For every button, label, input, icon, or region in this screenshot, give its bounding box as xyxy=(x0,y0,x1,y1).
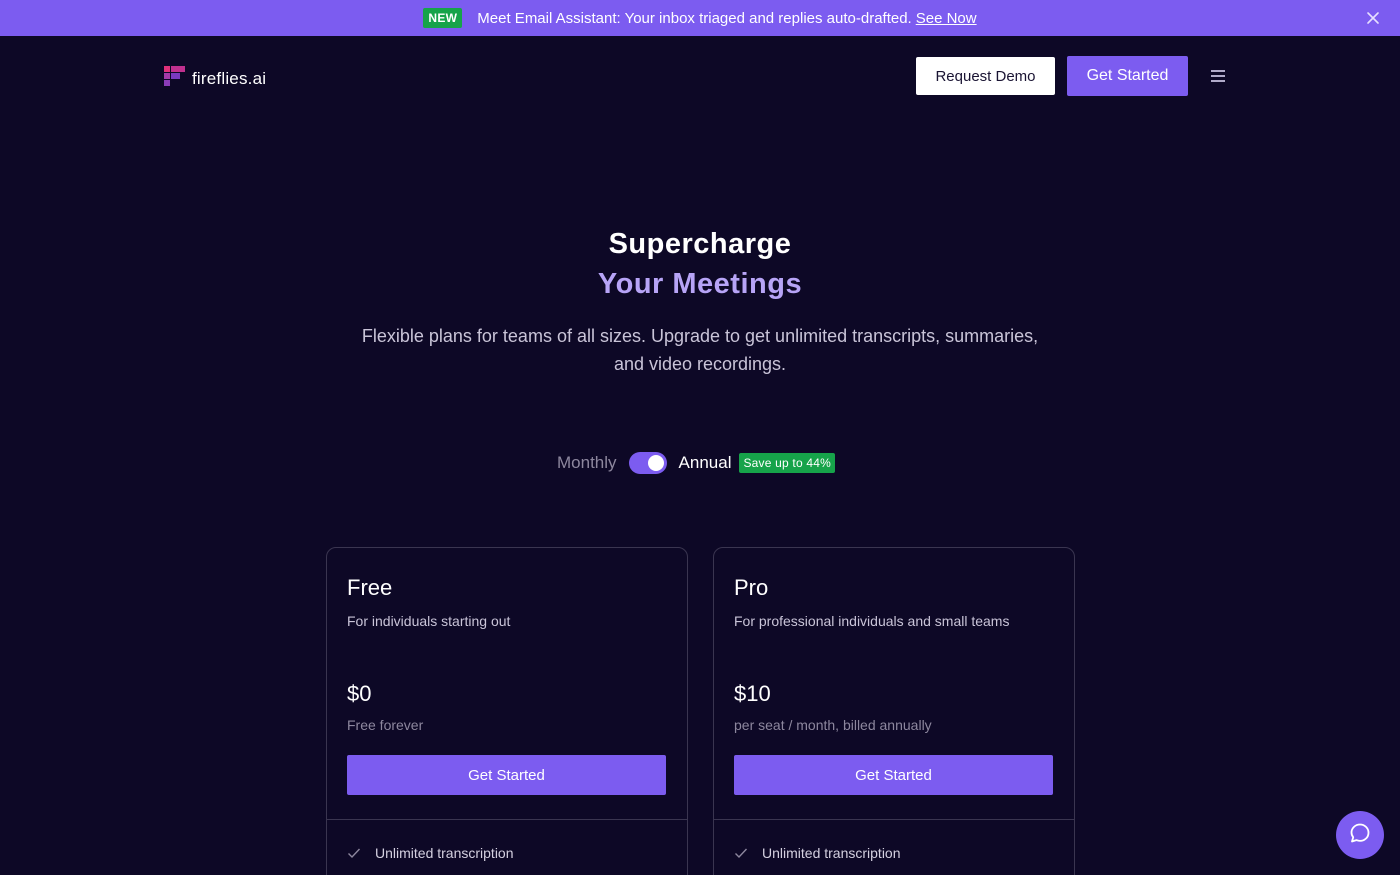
new-badge: NEW xyxy=(423,8,463,28)
page-title: Supercharge Your Meetings xyxy=(0,225,1400,303)
plan-get-started-button[interactable]: Get Started xyxy=(734,755,1053,795)
plan-period: per seat / month, billed annually xyxy=(734,717,932,733)
title-line-2: Your Meetings xyxy=(597,268,803,300)
check-icon xyxy=(734,846,748,860)
plan-price: $10 xyxy=(734,681,771,706)
announcement-message: Meet Email Assistant: Your inbox triaged… xyxy=(477,9,912,27)
feature-label: Unlimited transcription xyxy=(375,845,514,861)
hero-subtitle: Flexible plans for teams of all sizes. U… xyxy=(361,326,1039,374)
hamburger-menu-icon[interactable] xyxy=(1210,69,1226,83)
feature-item: Unlimited transcription xyxy=(347,845,514,861)
toggle-knob xyxy=(647,455,664,471)
monthly-label[interactable]: Monthly xyxy=(557,453,617,473)
plan-period: Free forever xyxy=(347,717,424,733)
divider xyxy=(327,819,687,820)
plan-price: $0 xyxy=(347,681,372,706)
plan-get-started-button[interactable]: Get Started xyxy=(347,755,666,795)
see-now-link[interactable]: See Now xyxy=(916,10,977,27)
plan-description: For professional individuals and small t… xyxy=(734,613,1010,629)
divider xyxy=(714,819,1074,820)
plan-card-free: Free For individuals starting out $0 Fre… xyxy=(326,547,688,875)
feature-label: Unlimited transcription xyxy=(762,845,901,861)
check-icon xyxy=(347,846,361,860)
logo[interactable]: fireflies.ai xyxy=(164,66,266,91)
billing-period-toggle: Monthly Annual Save up to 44% xyxy=(557,450,835,476)
plan-description: For individuals starting out xyxy=(347,613,511,629)
title-line-1: Supercharge xyxy=(608,228,792,260)
fireflies-logo-icon xyxy=(164,66,185,91)
save-badge: Save up to 44% xyxy=(739,453,835,473)
billing-toggle-switch[interactable] xyxy=(628,452,667,474)
chat-widget-button[interactable] xyxy=(1336,811,1384,859)
plan-name: Free xyxy=(347,575,393,600)
get-started-button[interactable]: Get Started xyxy=(1067,56,1188,96)
close-icon[interactable] xyxy=(1364,9,1382,27)
request-demo-button[interactable]: Request Demo xyxy=(916,57,1055,95)
feature-item: Unlimited transcription xyxy=(734,845,901,861)
plan-name: Pro xyxy=(734,575,769,600)
chat-bubble-icon xyxy=(1349,822,1371,849)
site-header: fireflies.ai Request Demo Get Started xyxy=(0,36,1400,116)
logo-text: fireflies.ai xyxy=(192,68,267,88)
plan-card-pro: Pro For professional individuals and sma… xyxy=(713,547,1075,875)
annual-label[interactable]: Annual xyxy=(679,453,732,473)
announcement-bar: NEW Meet Email Assistant: Your inbox tri… xyxy=(0,0,1400,36)
